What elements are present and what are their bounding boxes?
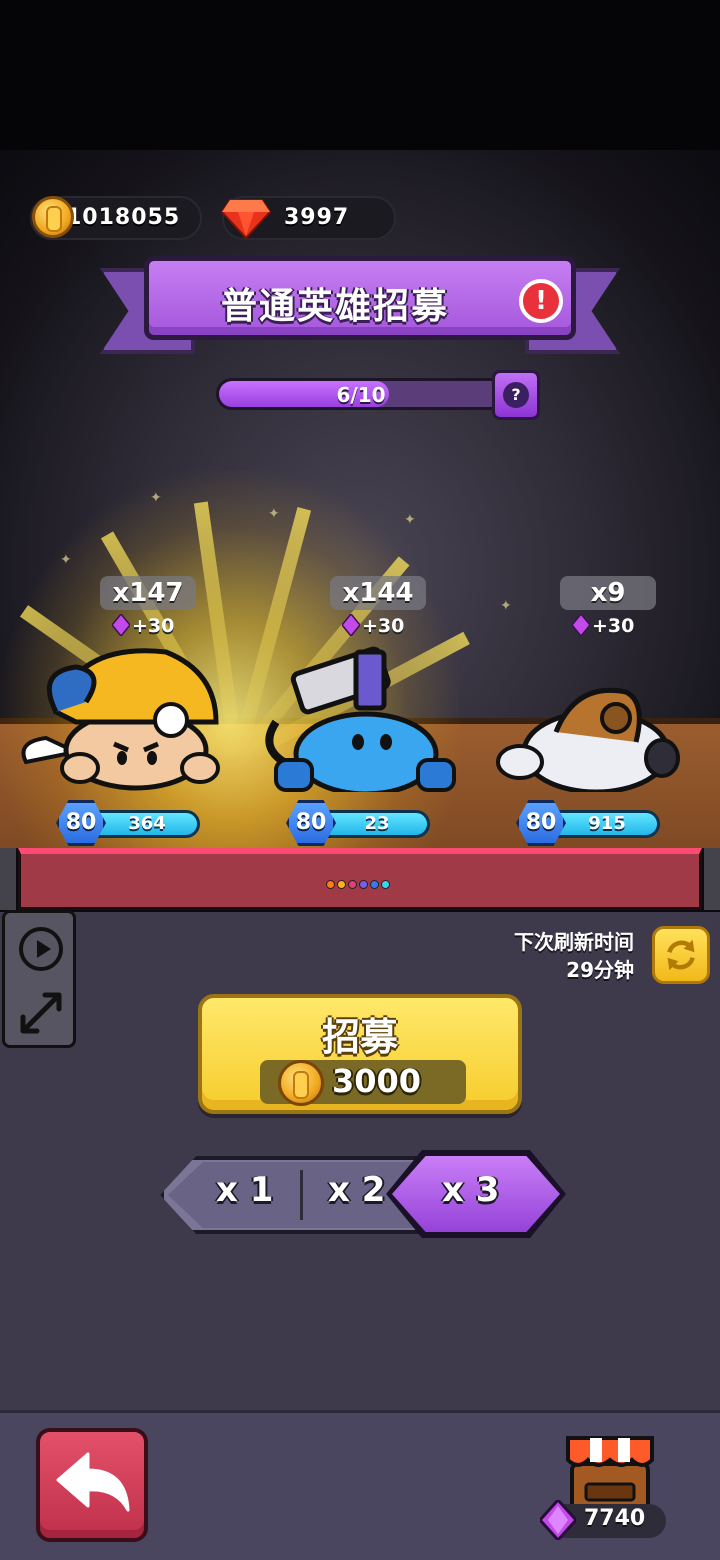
multiplier-x2[interactable]: x 2	[328, 1170, 385, 1210]
back-button[interactable]	[36, 1428, 148, 1542]
page-dot	[359, 880, 368, 889]
page-dot	[370, 880, 379, 889]
hero-bonus-value: +30	[362, 615, 405, 637]
hero-level: 80	[286, 800, 336, 846]
hero-card-3[interactable]: x9 +30 915 80	[496, 572, 716, 846]
page-dot	[348, 880, 357, 889]
multiplier-divider	[300, 1170, 303, 1220]
back-arrow-icon	[56, 1452, 130, 1512]
gem-value: 3997	[284, 205, 350, 230]
page-dot	[337, 880, 346, 889]
shop-icon[interactable]	[562, 1430, 658, 1514]
sparkle: ✦	[404, 512, 416, 528]
purple-gem-icon	[572, 614, 590, 636]
hero-bonus: +30	[342, 614, 432, 640]
recruit-progress-bar: 6/10	[216, 378, 506, 410]
title-banner: 普通英雄招募 !	[144, 256, 576, 340]
purple-gem-icon	[540, 1500, 576, 1540]
sparkle: ✦	[150, 490, 162, 506]
refresh-timer-label: 下次刷新时间	[514, 930, 634, 954]
recruit-cost: 3000	[260, 1060, 466, 1106]
shop-gem-value: 7740	[584, 1506, 646, 1531]
hero-count: x144	[330, 576, 426, 610]
hero-card-2[interactable]: x144 +30 23 80	[265, 572, 486, 846]
hero-bonus-value: +30	[132, 615, 175, 637]
strip-edge-right	[704, 848, 720, 910]
strip-edge-left	[0, 848, 16, 910]
help-icon: ?	[503, 382, 529, 408]
sparkle: ✦	[500, 598, 512, 614]
help-button[interactable]: ?	[492, 370, 540, 420]
hero-bonus: +30	[572, 614, 662, 640]
hero-count: x147	[100, 576, 196, 610]
purple-gem-icon	[112, 614, 130, 636]
multiplier-x1[interactable]: x 1	[216, 1170, 273, 1210]
purple-gem-icon	[342, 614, 360, 636]
expand-icon[interactable]	[19, 991, 63, 1035]
page-indicator	[326, 880, 390, 890]
hero-page-strip	[18, 848, 702, 910]
hero-card-1[interactable]: x147 +30 364 80	[21, 572, 256, 846]
hero-power: 364	[94, 810, 200, 838]
refresh-timer-value: 29分钟	[566, 958, 634, 982]
robot-hero-art	[265, 646, 456, 792]
recruit-button[interactable]: 招募 3000	[198, 994, 522, 1114]
page-dot	[381, 880, 390, 889]
progress-label: 6/10	[336, 383, 386, 407]
hero-bonus-value: +30	[592, 615, 635, 637]
hero-level: 80	[516, 800, 566, 846]
alert-icon[interactable]: !	[519, 279, 563, 323]
pilot-hero-art	[496, 687, 680, 792]
sparkle: ✦	[268, 506, 280, 522]
play-icon[interactable]	[19, 927, 63, 971]
side-toolbar	[2, 910, 76, 1048]
wizard-hero-art	[21, 648, 220, 791]
recruit-cost-value: 3000	[332, 1062, 422, 1100]
multiplier-x3[interactable]: x 3	[442, 1170, 499, 1210]
refresh-timer: 下次刷新时间 29分钟	[514, 928, 634, 984]
hero-power: 23	[324, 810, 430, 838]
page-title: 普通英雄招募	[220, 286, 449, 327]
recruit-label: 招募	[321, 1015, 398, 1059]
hero-power: 915	[554, 810, 660, 838]
refresh-icon[interactable]	[652, 926, 710, 984]
hero-level: 80	[56, 800, 106, 846]
page-dot	[326, 880, 335, 889]
sparkle: ✦	[60, 552, 72, 568]
hero-count: x9	[560, 576, 656, 610]
coin-value: 1018055	[66, 205, 181, 230]
coin-icon	[278, 1060, 324, 1106]
ruby-gem-icon	[220, 199, 272, 240]
hero-bonus: +30	[112, 614, 202, 640]
coin-icon	[32, 196, 74, 238]
